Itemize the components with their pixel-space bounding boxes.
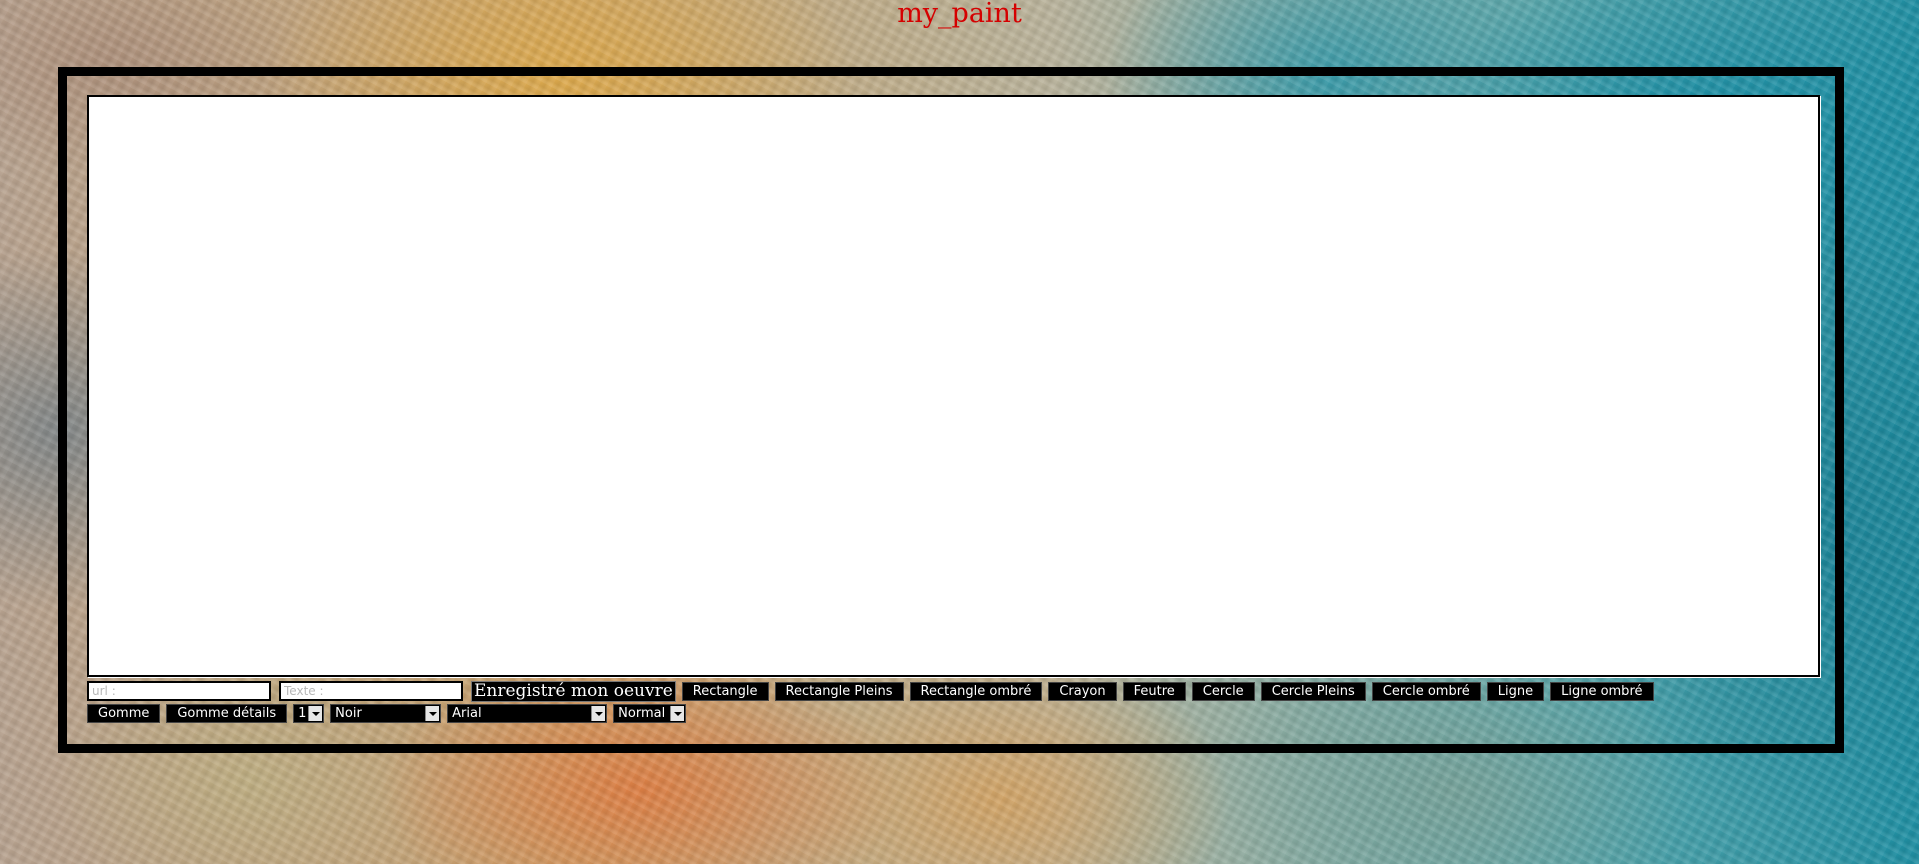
line-shadow-button[interactable]: Ligne ombré <box>1550 681 1654 701</box>
drawing-canvas[interactable] <box>87 95 1820 677</box>
weight-select[interactable]: Normal <box>613 704 687 723</box>
size-select[interactable]: 1 <box>293 704 325 723</box>
toolbar-row-1: Enregistré mon oeuvre Rectangle Rectangl… <box>87 680 1660 702</box>
save-artwork-button[interactable]: Enregistré mon oeuvre <box>471 680 676 702</box>
chevron-down-icon <box>670 706 685 721</box>
font-select-value: Arial <box>452 706 482 721</box>
rectangle-shadow-button[interactable]: Rectangle ombré <box>909 681 1043 701</box>
color-select[interactable]: Noir <box>330 704 442 723</box>
font-select[interactable]: Arial <box>447 704 608 723</box>
rectangle-button[interactable]: Rectangle <box>681 681 769 701</box>
chevron-down-icon <box>308 706 323 721</box>
chevron-down-icon <box>591 706 606 721</box>
rectangle-filled-button[interactable]: Rectangle Pleins <box>774 681 904 701</box>
chevron-down-icon <box>425 706 440 721</box>
app-title: my_paint <box>897 0 1022 29</box>
size-select-value: 1 <box>298 706 307 721</box>
color-select-value: Noir <box>335 706 362 721</box>
circle-button[interactable]: Cercle <box>1191 681 1255 701</box>
line-button[interactable]: Ligne <box>1486 681 1545 701</box>
text-input[interactable] <box>279 681 463 701</box>
circle-filled-button[interactable]: Cercle Pleins <box>1260 681 1366 701</box>
toolbar-row-2: Gomme Gomme détails 1 Noir Arial Normal <box>87 703 692 724</box>
eraser-button[interactable]: Gomme <box>87 704 161 723</box>
marker-button[interactable]: Feutre <box>1122 681 1186 701</box>
circle-shadow-button[interactable]: Cercle ombré <box>1371 681 1481 701</box>
pencil-button[interactable]: Crayon <box>1048 681 1117 701</box>
eraser-details-button[interactable]: Gomme détails <box>166 704 288 723</box>
weight-select-value: Normal <box>618 706 666 721</box>
url-input[interactable] <box>87 681 271 701</box>
